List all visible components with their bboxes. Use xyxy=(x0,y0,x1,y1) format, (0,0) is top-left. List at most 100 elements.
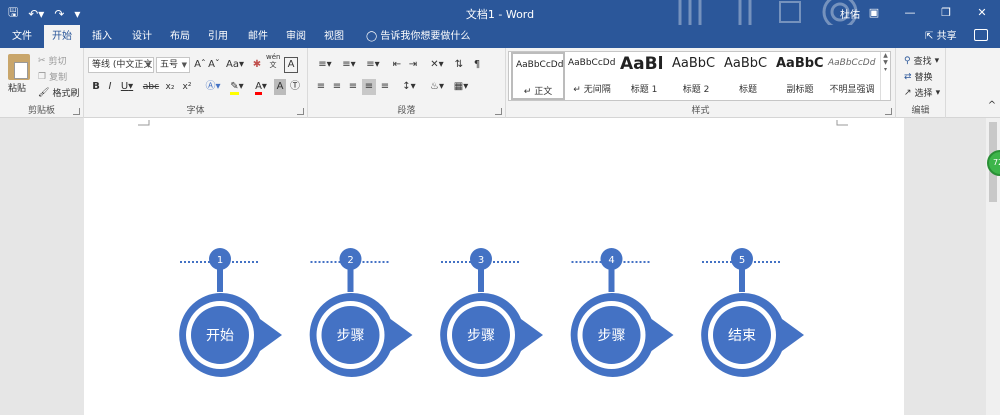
brush-icon: 🖌 xyxy=(38,87,50,98)
paste-button-label[interactable]: 粘贴 xyxy=(8,81,26,94)
font-size-dropdown[interactable]: 五号 ▼ xyxy=(156,57,190,73)
text-effects-icon[interactable]: Ⓐ▾ xyxy=(202,79,224,95)
align-center-icon[interactable]: ≡ xyxy=(330,79,344,95)
style-name: 标题 1 xyxy=(630,85,658,95)
tab-mailings[interactable]: 邮件 xyxy=(240,25,276,48)
phonetic-guide-button[interactable]: wén 文 xyxy=(266,53,280,69)
tab-insert[interactable]: 插入 xyxy=(84,25,120,48)
format-painter-button[interactable]: 🖌 格式刷 xyxy=(38,86,79,100)
chinese-layout-icon[interactable]: ✕▾ xyxy=(426,57,448,73)
show-marks-icon[interactable]: ¶ xyxy=(470,57,484,73)
ribbon-options-icon[interactable]: ▣ xyxy=(856,0,892,25)
window-controls: ▣ — ❐ ✕ xyxy=(856,0,1000,25)
italic-button[interactable]: I xyxy=(104,79,116,95)
line-spacing-icon[interactable]: ↕▾ xyxy=(398,79,420,95)
tab-references[interactable]: 引用 xyxy=(200,25,236,48)
align-left-icon[interactable]: ≡ xyxy=(314,79,328,95)
style-heading-1[interactable]: AaBl 标题 1 xyxy=(617,52,671,100)
close-icon[interactable]: ✕ xyxy=(964,0,1000,25)
step-flow-diagram[interactable]: 1 开始 2 步骤 3 步骤 4 步骤 5 结束 xyxy=(84,118,904,415)
tab-design[interactable]: 设计 xyxy=(124,25,160,48)
justify-icon[interactable]: ≡ xyxy=(362,79,376,95)
shading-icon[interactable]: ♨▾ xyxy=(426,79,448,95)
paste-icon[interactable] xyxy=(8,54,30,80)
style-name: 标题 2 xyxy=(682,85,710,95)
tab-home[interactable]: 开始 xyxy=(44,25,80,48)
tab-layout[interactable]: 布局 xyxy=(162,25,198,48)
replace-button[interactable]: ⇄ 替换 xyxy=(904,70,933,84)
borders-icon[interactable]: ▦▾ xyxy=(450,79,472,95)
style-heading-2[interactable]: AaBbC 标题 2 xyxy=(669,52,723,100)
replace-label: 替换 xyxy=(914,73,933,83)
clipboard-launcher-icon[interactable] xyxy=(73,108,80,115)
enclose-characters-icon[interactable]: Ⓣ xyxy=(289,79,301,95)
superscript-button[interactable]: x² xyxy=(179,79,195,95)
distributed-icon[interactable]: ≡ xyxy=(378,79,392,95)
sort-icon[interactable]: ⇅ xyxy=(452,57,466,73)
chevron-up-icon[interactable]: ▲ xyxy=(881,52,890,59)
cut-label: 剪切 xyxy=(48,57,67,67)
multilevel-list-icon[interactable]: ≡▾ xyxy=(362,57,384,73)
step-label: 步骤 xyxy=(467,328,495,344)
more-styles-icon[interactable]: ▾ xyxy=(881,66,890,73)
style-preview: AaBbC xyxy=(672,56,716,71)
style-preview: AaBbC xyxy=(724,56,768,71)
select-button[interactable]: ↗ 选择 ▾ xyxy=(904,86,940,100)
font-color-icon[interactable]: A▾ xyxy=(250,79,272,95)
tell-me-search[interactable]: ◯ 告诉我你想要做什么 xyxy=(366,25,470,48)
grow-font-icon[interactable]: Aˆ xyxy=(194,57,206,73)
decrease-indent-icon[interactable]: ⇤ xyxy=(390,57,404,73)
step-label: 结束 xyxy=(728,328,756,344)
clipboard-group: 粘贴 ✂ 剪切 ❐ 复制 🖌 格式刷 剪贴板 xyxy=(0,48,84,118)
style-no-spacing[interactable]: AaBbCcDd ↵ 无间隔 xyxy=(565,52,619,100)
step-number: 3 xyxy=(478,255,484,266)
find-button[interactable]: ⚲ 查找 ▾ xyxy=(904,54,939,68)
style-title[interactable]: AaBbC 标题 xyxy=(721,52,775,100)
minimize-icon[interactable]: — xyxy=(892,0,928,25)
subscript-button[interactable]: x₂ xyxy=(162,79,178,95)
styles-scroll[interactable]: ▲ ▼ ▾ xyxy=(880,52,890,100)
style-subtle-emphasis[interactable]: AaBbCcDd 不明显强调 xyxy=(825,52,879,100)
search-icon: ⚲ xyxy=(904,55,911,66)
align-right-icon[interactable]: ≡ xyxy=(346,79,360,95)
bullets-icon[interactable]: ≡▾ xyxy=(314,57,336,73)
cut-button[interactable]: ✂ 剪切 xyxy=(38,54,67,68)
comments-icon[interactable] xyxy=(974,29,988,41)
bold-button[interactable]: B xyxy=(90,79,102,95)
ribbon: 粘贴 ✂ 剪切 ❐ 复制 🖌 格式刷 剪贴板 等线 (中文正文) ▼ 五号 ▼ … xyxy=(0,48,1000,118)
share-button[interactable]: ⇱ 共享 xyxy=(925,25,957,48)
step-label: 步骤 xyxy=(598,328,626,344)
phonetic-guide-char: 文 xyxy=(269,61,277,69)
style-subtitle[interactable]: AaBbC 副标题 xyxy=(773,52,827,100)
tab-view[interactable]: 视图 xyxy=(316,25,352,48)
select-label: 选择 xyxy=(914,89,933,99)
tab-review[interactable]: 审阅 xyxy=(278,25,314,48)
chevron-down-icon[interactable]: ▼ xyxy=(881,59,890,66)
step-number: 5 xyxy=(739,255,745,266)
increase-indent-icon[interactable]: ⇥ xyxy=(406,57,420,73)
numbering-icon[interactable]: ≡▾ xyxy=(338,57,360,73)
step-label: 步骤 xyxy=(337,328,365,344)
style-preview: AaBbC xyxy=(776,56,824,71)
character-border-button[interactable]: A xyxy=(284,57,298,73)
collapse-ribbon-icon[interactable]: ^ xyxy=(986,98,998,114)
style-name: 不明显强调 xyxy=(829,85,875,95)
tab-file[interactable]: 文件 xyxy=(4,25,40,48)
underline-button[interactable]: U▾ xyxy=(118,79,136,95)
style-preview: AaBbCcDd xyxy=(516,60,564,70)
clear-formatting-icon[interactable]: ✱ xyxy=(250,57,264,73)
font-name-dropdown[interactable]: 等线 (中文正文) ▼ xyxy=(88,57,154,73)
styles-launcher-icon[interactable] xyxy=(885,108,892,115)
strikethrough-button[interactable]: abc xyxy=(142,79,160,95)
style-preview: AaBbCcDd xyxy=(828,58,876,68)
copy-button[interactable]: ❐ 复制 xyxy=(38,70,67,84)
shrink-font-icon[interactable]: Aˇ xyxy=(208,57,220,73)
highlight-color-icon[interactable]: ✎▾ xyxy=(226,79,248,95)
paragraph-launcher-icon[interactable] xyxy=(495,108,502,115)
change-case-button[interactable]: Aa▾ xyxy=(224,57,246,73)
character-shading-icon[interactable]: A xyxy=(274,79,286,95)
restore-icon[interactable]: ❐ xyxy=(928,0,964,25)
ribbon-tabs: 文件 开始 插入 设计 布局 引用 邮件 审阅 视图 ◯ 告诉我你想要做什么 ⇱… xyxy=(0,25,1000,48)
style-normal[interactable]: AaBbCcDd ↵ 正文 xyxy=(511,52,565,100)
font-launcher-icon[interactable] xyxy=(297,108,304,115)
